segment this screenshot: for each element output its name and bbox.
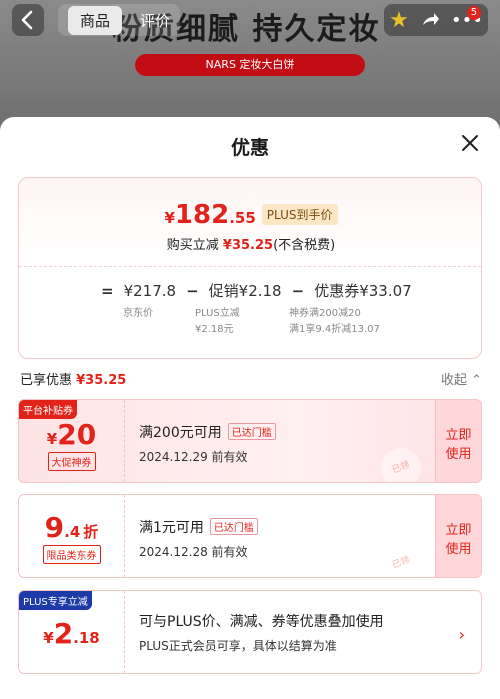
plus-amount-int: 2: [53, 617, 74, 650]
coupon-sub-label: 限品类东券: [42, 545, 101, 564]
use-now-line1: 立即: [445, 428, 472, 443]
claimed-stamp: 已领: [375, 537, 427, 577]
price-integer: 182: [174, 200, 230, 230]
promo-sub-line1: PLUS立减: [195, 308, 240, 319]
plus-exclusive-reduction[interactable]: PLUS专享立减 ¥2.18 可与PLUS价、满减、券等优惠叠加使用 PLUS正…: [18, 590, 482, 674]
currency-symbol: ¥: [43, 629, 54, 647]
coupon-condition: 满1元可用: [139, 520, 204, 536]
page-tabs: 商品 评价: [58, 4, 181, 36]
instant-reduction: 购买立减 ¥35.25(不含税费): [19, 234, 483, 253]
minus-sign: −: [291, 282, 305, 300]
discount-unit: 折: [83, 523, 99, 541]
coupon-platform-subsidy: 平台补贴券 ¥20 大促神券 满200元可用 已达门槛 2024.12.29 前有…: [18, 399, 482, 483]
equals-sign: =: [101, 282, 114, 300]
share-icon[interactable]: [419, 9, 441, 31]
notification-badge: 5: [466, 5, 481, 20]
currency-symbol: ¥: [164, 209, 175, 227]
price-card: ¥182.55 PLUS到手价 购买立减 ¥35.25(不含税费) = ¥217.8…: [18, 177, 482, 359]
coupon-title: 满200元可用 已达门槛: [139, 422, 276, 442]
star-icon[interactable]: ★: [389, 8, 409, 33]
divider: [19, 266, 481, 267]
jd-price-label: 京东价: [123, 308, 153, 319]
coupon-sub-label: 大促神券: [47, 452, 96, 471]
plus-title: 可与PLUS价、满减、券等优惠叠加使用: [139, 614, 384, 630]
coupon-sub-line2: 满1享9.4折减13.07: [289, 324, 380, 335]
sheet-title: 优惠: [230, 137, 269, 159]
coupon-discount: 9.4 折: [19, 511, 124, 544]
coupon-value-area: 平台补贴券 ¥20 大促神券: [19, 400, 125, 482]
chevron-right-icon[interactable]: ›: [459, 625, 465, 644]
plus-desc: PLUS正式会员可享，具体以结算为准: [139, 639, 337, 653]
coupon-condition: 满200元可用: [139, 425, 222, 441]
coupon-amount-value: 20: [57, 418, 97, 451]
close-icon[interactable]: [460, 133, 480, 153]
tab-product[interactable]: 商品: [68, 5, 123, 35]
coupon-sub: 神券满200减20 满1享9.4折减13.07: [289, 306, 380, 338]
use-now-line1: 立即: [445, 523, 472, 538]
claimed-stamp: 已领: [375, 442, 427, 482]
product-page-background: 粉质细腻 持久定妆 商品 评价 ★ ••• 5 NARS 定妆大白饼: [0, 0, 500, 130]
coupon-sub-line1: 神券满200减20: [289, 308, 361, 319]
tab-reviews[interactable]: 评价: [140, 10, 170, 31]
plus-tag: PLUS专享立减: [19, 591, 92, 610]
coupon-value-area: PLUS专享立减 ¥2.18: [19, 591, 125, 673]
price-formula: = ¥217.8− 促销¥2.18− 优惠券¥33.07: [101, 280, 422, 301]
promo-pill: NARS 定妆大白饼: [135, 54, 365, 76]
reduction-amount: ¥35.25: [222, 238, 274, 253]
price-decimal: .55: [229, 209, 256, 227]
discount-sheet: 优惠 ¥182.55 PLUS到手价 购买立减 ¥35.25(不含税费) = ¥21…: [0, 117, 500, 699]
jd-price: ¥217.8: [123, 282, 177, 300]
enjoyed-amount: ¥35.25: [76, 373, 127, 388]
use-now-button[interactable]: 立即 使用: [435, 495, 481, 577]
reduction-label: 购买立减: [166, 238, 223, 253]
coupon-amount: 优惠券¥33.07: [314, 282, 412, 300]
promo-sub-line2: ¥2.18元: [195, 324, 234, 335]
coupon-expiry: 2024.12.29 前有效: [139, 450, 248, 464]
coupon-tag: 平台补贴券: [19, 400, 77, 419]
minus-sign: −: [186, 282, 199, 300]
currency-symbol: ¥: [46, 430, 58, 448]
back-button[interactable]: [12, 4, 44, 36]
chevron-left-icon: [21, 10, 33, 30]
coupon-amount: ¥20: [19, 418, 124, 451]
promo-amount: 促销¥2.18: [208, 282, 282, 300]
plus-price-tag: PLUS到手价: [261, 204, 338, 225]
enjoyed-discount: 已享优惠 ¥35.25: [20, 369, 126, 388]
use-now-button[interactable]: 立即 使用: [435, 400, 481, 482]
coupon-value-area: 9.4 折 限品类东券: [19, 495, 125, 577]
enjoyed-label: 已享优惠: [20, 373, 77, 388]
promo-sub: PLUS立减 ¥2.18元: [195, 306, 240, 338]
discount-int: 9: [44, 511, 65, 544]
threshold-status: 已达门槛: [209, 518, 258, 535]
plus-amount: ¥2.18: [19, 617, 124, 650]
coupon-category: 9.4 折 限品类东券 满1元可用 已达门槛 2024.12.28 前有效 已领 立…: [18, 494, 482, 578]
more-icon[interactable]: ••• 5: [451, 5, 483, 31]
threshold-status: 已达门槛: [227, 423, 276, 440]
plus-amount-dec: .18: [73, 629, 100, 647]
final-price: ¥182.55 PLUS到手价: [19, 200, 483, 230]
reduction-note: (不含税费): [273, 238, 336, 253]
coupon-expiry: 2024.12.28 前有效: [139, 545, 248, 559]
discount-dec: .4: [64, 523, 81, 541]
use-now-line2: 使用: [445, 542, 472, 557]
use-now-line2: 使用: [445, 447, 472, 462]
coupon-title: 满1元可用 已达门槛: [139, 517, 258, 537]
top-right-actions: ★ ••• 5: [384, 4, 488, 36]
collapse-button[interactable]: 收起 ⌃: [441, 369, 482, 388]
